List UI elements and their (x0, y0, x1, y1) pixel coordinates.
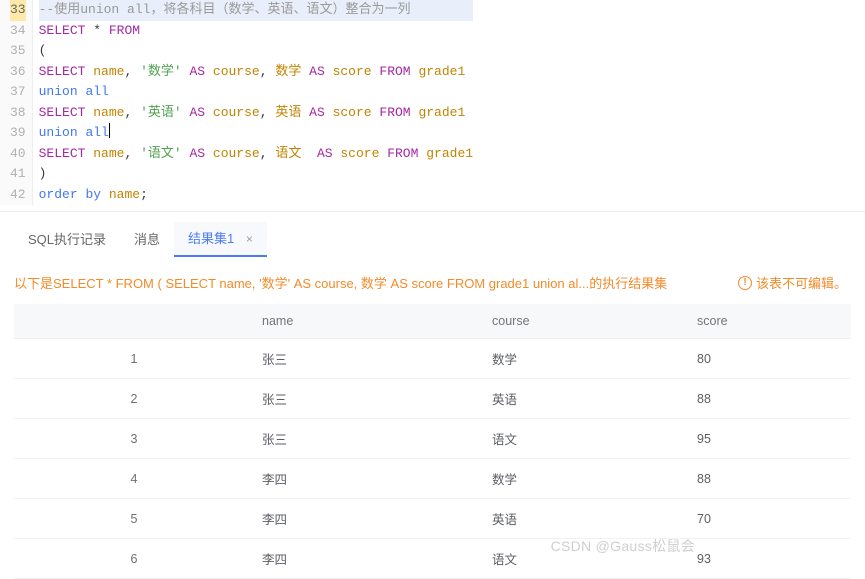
tab-resultset-1[interactable]: 结果集1 × (174, 222, 267, 257)
row-index: 6 (14, 539, 254, 579)
warning-icon: ! (738, 276, 752, 290)
row-index: 4 (14, 459, 254, 499)
code-line[interactable]: SELECT name, '英语' AS course, 英语 AS score… (39, 103, 473, 124)
table-header-row: name course score (14, 304, 851, 339)
cell-name: 李四 (254, 499, 484, 539)
code-line[interactable]: order by name; (39, 185, 473, 206)
cell-score: 95 (689, 419, 851, 459)
table-row[interactable]: 5李四英语70 (14, 499, 851, 539)
line-number: 42 (10, 185, 26, 206)
cell-course: 英语 (484, 379, 689, 419)
results-table[interactable]: name course score 1张三数学802张三英语883张三语文954… (14, 304, 851, 579)
cell-course: 数学 (484, 339, 689, 379)
code-line[interactable]: SELECT name, '语文' AS course, 语文 AS score… (39, 144, 473, 165)
code-line[interactable]: --使用union all，将各科目（数学、英语、语文）整合为一列 (39, 0, 473, 21)
cell-course: 语文 (484, 419, 689, 459)
line-number: 40 (10, 144, 26, 165)
results-panel: name course score 1张三数学802张三英语883张三语文954… (0, 304, 865, 579)
cell-score: 80 (689, 339, 851, 379)
col-score[interactable]: score (689, 304, 851, 339)
row-index: 5 (14, 499, 254, 539)
close-icon[interactable]: × (246, 232, 253, 246)
line-number: 36 (10, 62, 26, 83)
readonly-warning: ! 该表不可编辑。 (738, 273, 847, 292)
cell-name: 张三 (254, 419, 484, 459)
sql-editor[interactable]: 33343536373839404142 --使用union all，将各科目（… (0, 0, 865, 205)
line-number-gutter: 33343536373839404142 (0, 0, 33, 205)
cell-score: 70 (689, 499, 851, 539)
watermark: CSDN @Gauss松鼠会 (551, 536, 695, 556)
cell-name: 李四 (254, 539, 484, 579)
line-number: 39 (10, 123, 26, 144)
tab-label: 结果集1 (188, 231, 234, 246)
row-index: 2 (14, 379, 254, 419)
result-banner: 以下是SELECT * FROM ( SELECT name, '数学' AS … (0, 263, 865, 304)
cell-score: 88 (689, 459, 851, 499)
col-name[interactable]: name (254, 304, 484, 339)
cell-name: 张三 (254, 379, 484, 419)
cell-score: 88 (689, 379, 851, 419)
table-row[interactable]: 2张三英语88 (14, 379, 851, 419)
cell-name: 李四 (254, 459, 484, 499)
tab-messages[interactable]: 消息 (120, 223, 174, 256)
col-index[interactable] (14, 304, 254, 339)
warning-text: 该表不可编辑。 (756, 273, 847, 292)
row-index: 1 (14, 339, 254, 379)
executed-sql-summary: 以下是SELECT * FROM ( SELECT name, '数学' AS … (14, 273, 667, 292)
text-cursor (109, 123, 110, 138)
line-number: 35 (10, 41, 26, 62)
line-number: 41 (10, 164, 26, 185)
line-number: 34 (10, 21, 26, 42)
line-number: 33 (10, 0, 26, 21)
line-number: 38 (10, 103, 26, 124)
cell-score: 93 (689, 539, 851, 579)
table-row[interactable]: 1张三数学80 (14, 339, 851, 379)
code-line[interactable]: union all (39, 82, 473, 103)
table-row[interactable]: 3张三语文95 (14, 419, 851, 459)
code-area[interactable]: --使用union all，将各科目（数学、英语、语文）整合为一列SELECT … (33, 0, 473, 205)
col-course[interactable]: course (484, 304, 689, 339)
cell-course: 英语 (484, 499, 689, 539)
table-row[interactable]: 4李四数学88 (14, 459, 851, 499)
row-index: 3 (14, 419, 254, 459)
code-line[interactable]: ( (39, 41, 473, 62)
result-tabs: SQL执行记录 消息 结果集1 × (0, 211, 865, 257)
code-line[interactable]: SELECT name, '数学' AS course, 数学 AS score… (39, 62, 473, 83)
cell-name: 张三 (254, 339, 484, 379)
tab-sql-history[interactable]: SQL执行记录 (14, 223, 120, 256)
line-number: 37 (10, 82, 26, 103)
code-line[interactable]: ) (39, 164, 473, 185)
code-line[interactable]: union all (39, 123, 473, 144)
code-line[interactable]: SELECT * FROM (39, 21, 473, 42)
table-row[interactable]: 6李四语文93 (14, 539, 851, 579)
cell-course: 数学 (484, 459, 689, 499)
